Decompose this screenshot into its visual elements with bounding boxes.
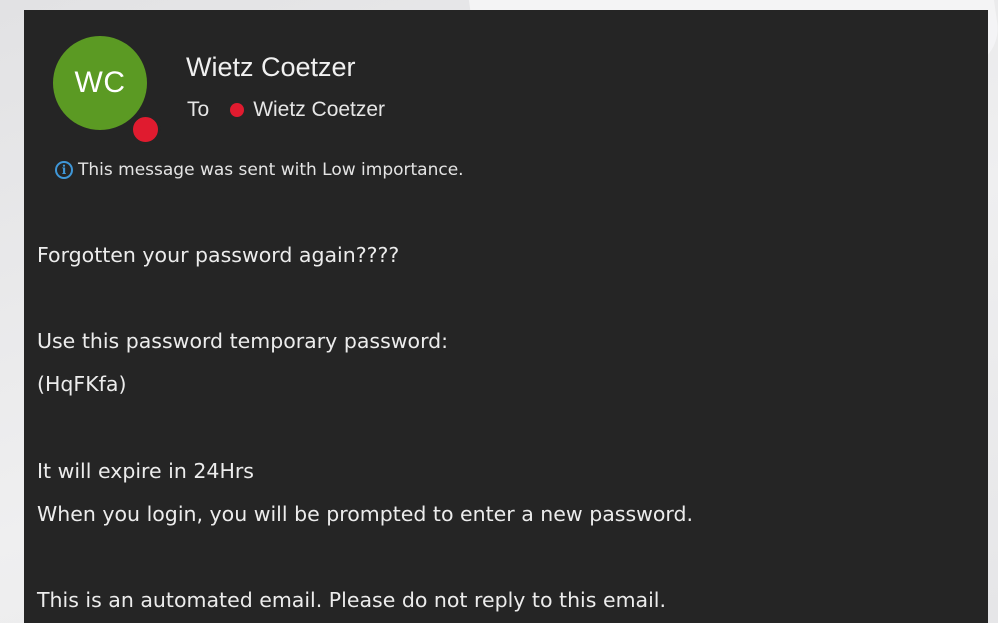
body-line-greeting: Forgotten your password again???? <box>37 243 400 267</box>
temporary-password: (HqFKfa) <box>37 372 127 396</box>
email-message: WC Wietz Coetzer To Wietz Coetzer i This… <box>24 10 988 623</box>
recipient-presence-icon <box>230 103 245 117</box>
body-line-login-prompt: When you login, you will be prompted to … <box>37 502 694 526</box>
importance-text: This message was sent with Low importanc… <box>78 160 464 180</box>
sender-name[interactable]: Wietz Coetzer <box>186 52 356 83</box>
importance-notice: i This message was sent with Low importa… <box>55 160 464 180</box>
body-line-automated-notice: This is an automated email. Please do no… <box>37 588 667 612</box>
body-line-instruction: Use this password temporary password: <box>37 329 449 353</box>
presence-status-icon <box>130 114 161 145</box>
sender-avatar[interactable]: WC <box>53 36 147 130</box>
recipient-row: To Wietz Coetzer <box>187 98 385 122</box>
body-line-expiry: It will expire in 24Hrs <box>37 459 254 483</box>
recipient-name[interactable]: Wietz Coetzer <box>253 98 385 122</box>
avatar-initials: WC <box>74 66 126 99</box>
to-label: To <box>187 98 210 121</box>
info-icon: i <box>55 161 73 179</box>
